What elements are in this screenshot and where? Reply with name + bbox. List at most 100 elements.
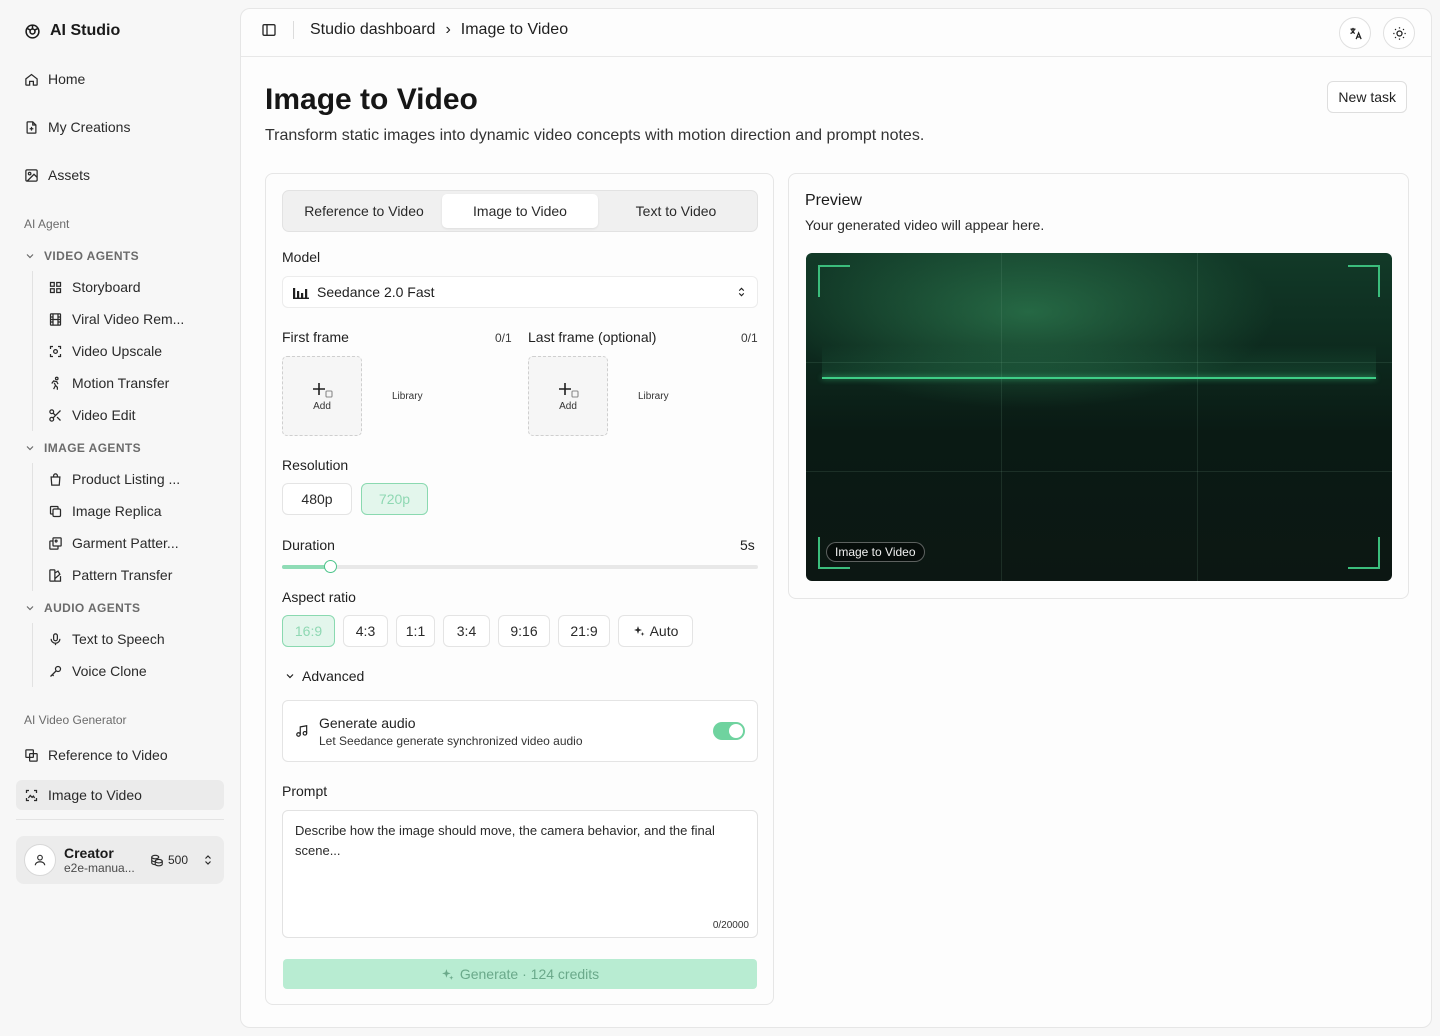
last-frame-library-link[interactable]: Library bbox=[638, 391, 669, 402]
mode-tabs: Reference to Video Image to Video Text t… bbox=[282, 190, 758, 232]
duration-value: 5s bbox=[740, 537, 755, 553]
sidebar-item-label: Video Upscale bbox=[72, 343, 163, 359]
resolution-label: Resolution bbox=[282, 457, 349, 473]
generate-button[interactable]: Generate · 124 credits bbox=[283, 959, 757, 989]
model-select[interactable]: Seedance 2.0 Fast bbox=[282, 276, 758, 308]
chevron-down-icon bbox=[24, 250, 36, 262]
duration-label: Duration bbox=[282, 537, 335, 553]
sidebar-item-image-to-video[interactable]: Image to Video bbox=[16, 780, 224, 810]
frame-corner bbox=[1348, 265, 1380, 297]
sidebar-item-label: Motion Transfer bbox=[72, 375, 170, 391]
first-frame-add-button[interactable]: Add bbox=[282, 356, 362, 436]
advanced-label: Advanced bbox=[302, 668, 365, 684]
scan-line bbox=[822, 377, 1376, 379]
sidebar-item-garment-pattern[interactable]: Garment Patter... bbox=[48, 530, 218, 556]
ai-video-generator-label: AI Video Generator bbox=[24, 713, 127, 727]
generate-audio-title: Generate audio bbox=[319, 715, 416, 731]
slider-thumb[interactable] bbox=[324, 560, 337, 573]
sidebar-item-text-to-speech[interactable]: Text to Speech bbox=[48, 626, 218, 652]
divider bbox=[16, 819, 224, 820]
group-video-agents[interactable]: VIDEO AGENTS bbox=[24, 249, 139, 263]
copy-icon bbox=[48, 504, 63, 519]
sidebar-toggle-icon[interactable] bbox=[261, 22, 277, 38]
sidebar-item-home[interactable]: Home bbox=[16, 64, 224, 94]
sidebar-item-reference-to-video[interactable]: Reference to Video bbox=[16, 740, 224, 770]
generate-audio-card: Generate audio Let Seedance generate syn… bbox=[282, 700, 758, 762]
sidebar-item-assets[interactable]: Assets bbox=[16, 160, 224, 190]
grid-icon bbox=[48, 280, 63, 295]
sidebar-item-label: My Creations bbox=[48, 119, 131, 135]
model-value: Seedance 2.0 Fast bbox=[317, 284, 435, 300]
duration-slider[interactable] bbox=[282, 560, 758, 573]
language-button[interactable] bbox=[1339, 17, 1371, 49]
sidebar-item-pattern-transfer[interactable]: Pattern Transfer bbox=[48, 562, 218, 588]
advanced-toggle[interactable]: Advanced bbox=[284, 668, 364, 684]
aspect-16-9[interactable]: 16:9 bbox=[282, 615, 335, 647]
user-menu[interactable]: Creator e2e-manua... 500 bbox=[16, 836, 224, 884]
theme-toggle-button[interactable] bbox=[1383, 17, 1415, 49]
generate-label: Generate · 124 credits bbox=[459, 966, 600, 982]
sidebar-item-video-upscale[interactable]: Video Upscale bbox=[48, 338, 218, 364]
aspect-1-1[interactable]: 1:1 bbox=[396, 615, 435, 647]
preview-mode-badge: Image to Video bbox=[826, 542, 925, 562]
slider-fill bbox=[282, 565, 330, 569]
breadcrumb-studio-dashboard[interactable]: Studio dashboard bbox=[310, 21, 435, 39]
breadcrumb: Studio dashboard › Image to Video bbox=[261, 21, 568, 39]
resolution-480p[interactable]: 480p bbox=[282, 483, 352, 515]
prompt-input[interactable] bbox=[295, 821, 745, 911]
resolution-720p[interactable]: 720p bbox=[361, 483, 428, 515]
aspect-21-9[interactable]: 21:9 bbox=[558, 615, 610, 647]
bar-chart-icon bbox=[293, 285, 309, 299]
sidebar-item-my-creations[interactable]: My Creations bbox=[16, 112, 224, 142]
first-frame-library-link[interactable]: Library bbox=[392, 391, 423, 402]
last-frame-count: 0/1 bbox=[741, 331, 758, 345]
group-image-agents[interactable]: IMAGE AGENTS bbox=[24, 441, 141, 455]
group-label: AUDIO AGENTS bbox=[44, 601, 141, 615]
frame-corner bbox=[1348, 537, 1380, 569]
layers-icon bbox=[24, 748, 39, 763]
scan-glow bbox=[822, 345, 1376, 379]
chevron-up-down-icon bbox=[736, 285, 747, 299]
sidebar-item-image-replica[interactable]: Image Replica bbox=[48, 498, 218, 524]
sparkle-icon bbox=[633, 625, 645, 637]
avatar bbox=[24, 844, 56, 876]
sidebar-item-motion-transfer[interactable]: Motion Transfer bbox=[48, 370, 218, 396]
sidebar-item-voice-clone[interactable]: Voice Clone bbox=[48, 658, 218, 684]
sidebar-item-viral-video[interactable]: Viral Video Rem... bbox=[48, 306, 218, 332]
tab-image-to-video[interactable]: Image to Video bbox=[442, 194, 598, 228]
tab-reference-to-video[interactable]: Reference to Video bbox=[286, 194, 442, 228]
chevron-down-icon bbox=[24, 442, 36, 454]
brand[interactable]: AI Studio bbox=[24, 22, 120, 40]
page-subtitle: Transform static images into dynamic vid… bbox=[265, 127, 925, 144]
breadcrumb-separator: › bbox=[445, 21, 451, 38]
sidebar-item-product-listing[interactable]: Product Listing ... bbox=[48, 466, 218, 492]
film-icon bbox=[48, 312, 63, 327]
aspect-3-4[interactable]: 3:4 bbox=[443, 615, 490, 647]
prompt-label: Prompt bbox=[282, 783, 328, 799]
sidebar-item-label: Reference to Video bbox=[48, 747, 168, 763]
user-email: e2e-manua... bbox=[64, 861, 135, 875]
generate-audio-toggle[interactable] bbox=[713, 722, 745, 740]
chevron-up-down-icon bbox=[202, 853, 214, 867]
chevron-down-icon bbox=[284, 670, 296, 682]
aspect-auto-label: Auto bbox=[649, 623, 679, 639]
top-bar: Studio dashboard › Image to Video bbox=[241, 9, 1431, 57]
sidebar-item-label: Assets bbox=[48, 167, 91, 183]
preview-title: Preview bbox=[805, 192, 862, 209]
new-task-button[interactable]: New task bbox=[1327, 81, 1407, 113]
divider bbox=[293, 21, 294, 39]
last-frame-add-button[interactable]: Add bbox=[528, 356, 608, 436]
sidebar-item-video-edit[interactable]: Video Edit bbox=[48, 402, 218, 428]
generator-form: Reference to Video Image to Video Text t… bbox=[265, 173, 774, 1005]
grid-line bbox=[806, 471, 1392, 472]
chevron-down-icon bbox=[24, 602, 36, 614]
group-audio-agents[interactable]: AUDIO AGENTS bbox=[24, 601, 140, 615]
aspect-4-3[interactable]: 4:3 bbox=[343, 615, 388, 647]
tab-text-to-video[interactable]: Text to Video bbox=[598, 194, 754, 228]
plus-image-icon bbox=[311, 381, 333, 399]
aspect-auto[interactable]: Auto bbox=[618, 615, 693, 647]
credit-count: 500 bbox=[168, 853, 189, 867]
sidebar-item-storyboard[interactable]: Storyboard bbox=[48, 274, 218, 300]
aspect-9-16[interactable]: 9:16 bbox=[498, 615, 550, 647]
group-label: VIDEO AGENTS bbox=[44, 249, 140, 263]
